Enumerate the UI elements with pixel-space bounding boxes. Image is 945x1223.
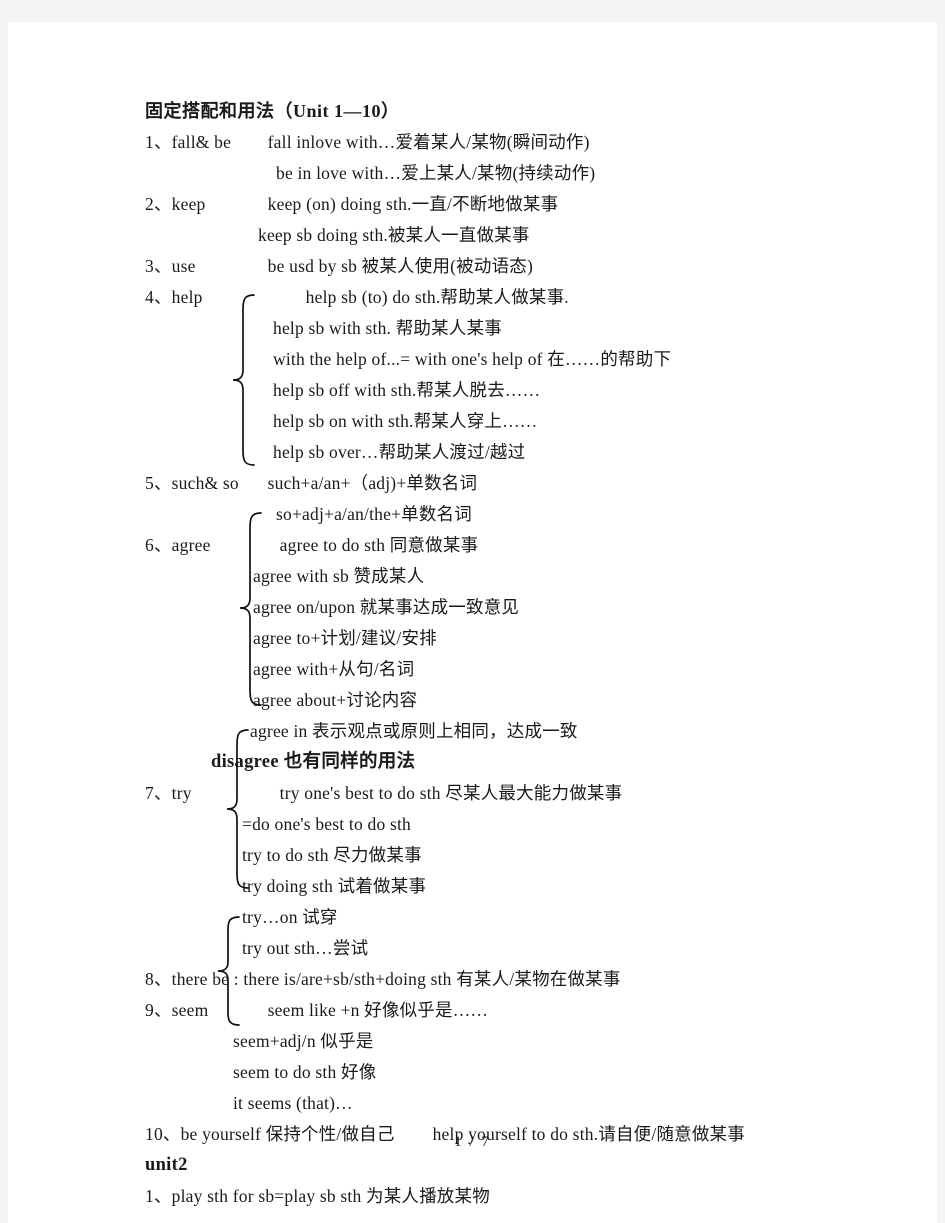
entry-row: try…on 试穿 [145,902,865,933]
entry-line: help sb with sth. 帮助某人某事 [273,318,502,338]
entry-line: seem like +n 好像似乎是…… [267,1000,489,1020]
unit2-heading: unit2 [145,1155,188,1175]
entry-row: seem to do sth 好像 [145,1057,865,1088]
entry-keyword: agree [171,535,211,555]
entry-keyword: fall& be [171,132,232,152]
entry-keyword: keep [171,194,206,214]
document-page: 固定搭配和用法（Unit 1—10） 1、fall& be fall inlove… [8,22,937,1223]
entry-row: so+adj+a/an/the+单数名词 [145,499,865,530]
entry-line: fall inlove with…爱着某人/某物(瞬间动作) [267,132,590,152]
entry-row: seem+adj/n 似乎是 [145,1026,865,1057]
entry-line: try…on 试穿 [242,907,338,927]
entry-line: be usd by sb 被某人使用(被动语态) [267,256,533,276]
entry-row: 4、help help sb (to) do sth.帮助某人做某事. [145,282,865,313]
entry-line: help sb over…帮助某人渡过/越过 [273,442,526,462]
entry-row: 3、use be usd by sb 被某人使用(被动语态) [145,251,865,282]
entry-line: be in love with…爱上某人/某物(持续动作) [276,163,596,183]
entry-number: 5、 [145,473,172,493]
entry-line: seem+adj/n 似乎是 [233,1031,374,1051]
entry-number: 4、 [145,287,172,307]
entry-keyword: help [171,287,203,307]
entry-line: agree on/upon 就某事达成一致意见 [253,597,520,617]
entry-number: 7、 [145,783,172,803]
entry-row: 5、such& so such+a/an+（adj)+单数名词 [145,468,865,499]
entry-line: try out sth…尝试 [242,938,369,958]
page-footer: 1 / 7 [454,1134,491,1150]
entry-row: with the help of...= with one's help of … [145,344,865,375]
entry-row: agree to+计划/建议/安排 [145,623,865,654]
entry-row: agree on/upon 就某事达成一致意见 [145,592,865,623]
entry-row: 8、there be : there is/are+sb/sth+doing s… [145,964,865,995]
entry-row: help sb on with sth.帮某人穿上…… [145,406,865,437]
entry-row: 2、keep keep (on) doing sth.一直/不断地做某事 [145,189,865,220]
entry-row: it seems (that)… [145,1088,865,1119]
entry-row: try out sth…尝试 [145,933,865,964]
entry-row: 6、agree agree to do sth 同意做某事 [145,530,865,561]
entry-line: keep sb doing sth.被某人一直做某事 [258,225,530,245]
entry-line: it seems (that)… [233,1093,353,1113]
entry-row: try doing sth 试着做某事 [145,871,865,902]
entry-line: keep (on) doing sth.一直/不断地做某事 [267,194,559,214]
entry-row: agree with+从句/名词 [145,654,865,685]
entry-row: agree in 表示观点或原则上相同，达成一致 [145,716,865,747]
entry-line: try to do sth 尽力做某事 [242,845,422,865]
entry-number: 3、 [145,256,172,276]
entry-line: so+adj+a/an/the+单数名词 [276,504,472,524]
entry-number: 2、 [145,194,172,214]
entry-number: 1、 [145,1186,172,1206]
entry-keyword: there be : [171,969,239,989]
entry-line: help sb off with sth.帮某人脱去…… [273,380,541,400]
entry-row: 1、fall& be fall inlove with…爱着某人/某物(瞬间动作) [145,127,865,158]
page-title: 固定搭配和用法（Unit 1—10） [145,101,400,121]
entry-line: there is/are+sb/sth+doing sth 有某人/某物在做某事 [243,969,621,989]
entry-line: seem to do sth 好像 [233,1062,377,1082]
entry-line: such+a/an+（adj)+单数名词 [267,473,478,493]
entry-keyword: such& so [171,473,239,493]
entry-row: 9、seem seem like +n 好像似乎是…… [145,995,865,1026]
entry-keyword: use [171,256,196,276]
entry-line: agree with+从句/名词 [253,659,415,679]
disagree-note: disagree 也有同样的用法 [211,752,416,772]
entry-line: help sb (to) do sth.帮助某人做某事. [305,287,569,307]
entry-row: try to do sth 尽力做某事 [145,840,865,871]
entry-line: play sth for sb=play sb sth 为某人播放某物 [171,1186,490,1206]
entry-line: try one's best to do sth 尽某人最大能力做某事 [279,783,623,803]
entry-line: help sb on with sth.帮某人穿上…… [273,411,538,431]
entry-keyword: seem [171,1000,209,1020]
entry-line: try doing sth 试着做某事 [242,876,427,896]
entry-line: =do one's best to do sth [242,814,411,834]
entry-row: =do one's best to do sth [145,809,865,840]
entry-row: keep sb doing sth.被某人一直做某事 [145,220,865,251]
entry-number: 6、 [145,535,172,555]
document-body: 固定搭配和用法（Unit 1—10） 1、fall& be fall inlove… [145,96,865,1212]
entry-row: agree about+讨论内容 [145,685,865,716]
entry-row: help sb off with sth.帮某人脱去…… [145,375,865,406]
entry-keyword: try [171,783,192,803]
entry-line: agree with sb 赞成某人 [253,566,425,586]
entry-number: 1、 [145,132,172,152]
entry-number: 9、 [145,1000,172,1020]
entry-row: 1、play sth for sb=play sb sth 为某人播放某物 [145,1181,865,1212]
entry-row: help sb with sth. 帮助某人某事 [145,313,865,344]
entry-row: help sb over…帮助某人渡过/越过 [145,437,865,468]
entry-row: agree with sb 赞成某人 [145,561,865,592]
entry-row: be in love with…爱上某人/某物(持续动作) [145,158,865,189]
entry-number: 8、 [145,969,172,989]
entry-row: 7、try try one's best to do sth 尽某人最大能力做某事 [145,778,865,809]
entry-line: agree in 表示观点或原则上相同，达成一致 [250,721,578,741]
entry-line: agree about+讨论内容 [253,690,418,710]
entry-line: agree to+计划/建议/安排 [253,628,437,648]
entry-line: agree to do sth 同意做某事 [279,535,479,555]
entry-line: with the help of...= with one's help of … [273,349,672,369]
